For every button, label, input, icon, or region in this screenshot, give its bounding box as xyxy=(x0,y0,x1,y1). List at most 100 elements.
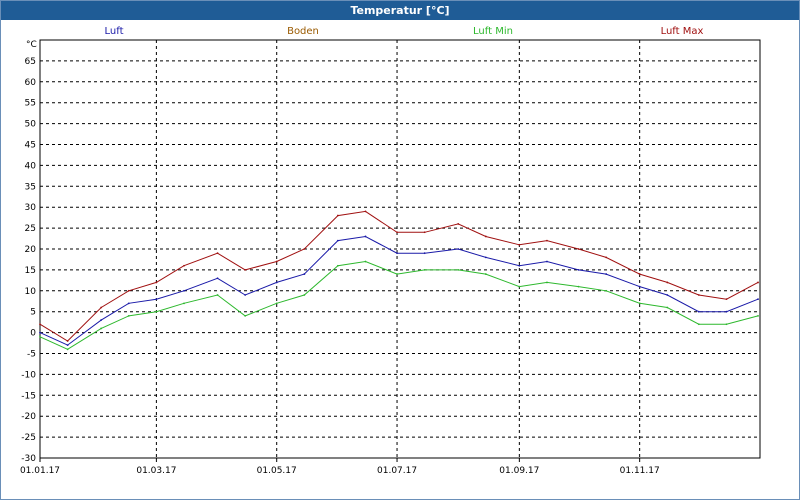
data-point xyxy=(484,256,487,259)
data-point xyxy=(484,235,487,238)
y-tick-label: -10 xyxy=(21,370,36,380)
data-point xyxy=(100,306,103,309)
data-point xyxy=(364,235,367,238)
legend-entry-luft: Luft xyxy=(105,26,124,37)
data-point xyxy=(605,256,608,259)
x-tick-label: 01.05.17 xyxy=(257,466,297,476)
data-point xyxy=(303,248,306,250)
y-tick-label: 10 xyxy=(25,287,37,297)
y-tick-label: 5 xyxy=(30,308,36,318)
data-point xyxy=(638,302,641,305)
data-point xyxy=(303,273,306,275)
data-point xyxy=(336,264,339,267)
y-tick-label: 50 xyxy=(25,120,37,130)
y-tick-label: 40 xyxy=(25,161,37,171)
data-point xyxy=(216,277,219,280)
data-point xyxy=(183,289,185,292)
y-tick-label: -15 xyxy=(21,391,36,401)
x-tick-label: 01.03.17 xyxy=(136,466,176,476)
x-axis: 01.01.17 01.03.17 01.05.17 01.07.17 01.09.17… xyxy=(20,458,660,476)
legend-entry-luft-max: Luft Max xyxy=(661,26,704,37)
x-tick-label: 01.07.17 xyxy=(377,466,417,476)
legend: Luft Boden Luft Min Luft Max xyxy=(105,26,704,37)
x-tick-label: 01.09.17 xyxy=(499,466,539,476)
y-axis-unit: °C xyxy=(26,40,37,50)
data-point xyxy=(303,294,306,296)
data-point xyxy=(66,340,69,342)
legend-entry-boden: Boden xyxy=(287,26,319,37)
data-point xyxy=(364,260,367,263)
data-point xyxy=(336,239,339,242)
data-point xyxy=(127,314,130,317)
data-point xyxy=(396,231,398,234)
data-point xyxy=(546,281,548,284)
data-point xyxy=(697,294,700,296)
y-tick-label: 20 xyxy=(25,245,37,255)
data-point xyxy=(100,327,103,330)
y-tick-label: 65 xyxy=(25,57,36,67)
data-point xyxy=(605,289,608,292)
data-point xyxy=(364,210,367,213)
data-point xyxy=(396,273,398,275)
data-point xyxy=(66,348,69,351)
data-point xyxy=(216,252,219,255)
x-tick-label: 01.11.17 xyxy=(620,466,660,476)
data-point xyxy=(66,344,69,347)
data-point xyxy=(155,281,158,284)
data-point xyxy=(546,260,548,263)
data-point xyxy=(725,323,728,326)
data-point xyxy=(697,323,700,326)
data-point xyxy=(127,302,130,305)
data-point xyxy=(666,306,669,309)
y-tick-label: 45 xyxy=(25,141,36,151)
data-point xyxy=(546,239,548,242)
y-tick-label: 25 xyxy=(25,224,36,234)
data-point xyxy=(39,331,41,334)
data-point xyxy=(697,310,700,313)
data-point xyxy=(183,302,185,305)
data-point xyxy=(605,273,608,275)
data-point xyxy=(638,285,641,288)
data-point xyxy=(757,281,759,284)
y-tick-label: 30 xyxy=(25,203,37,213)
data-point xyxy=(396,252,398,255)
data-point xyxy=(39,323,41,326)
y-tick-label: -20 xyxy=(21,412,36,422)
data-point xyxy=(275,260,278,263)
data-point xyxy=(39,335,41,338)
data-point xyxy=(577,248,580,250)
data-point xyxy=(457,248,460,250)
data-point xyxy=(244,294,247,296)
data-point xyxy=(244,314,247,317)
data-point xyxy=(757,298,759,301)
y-axis: 65605550454035302520151050-5-10-15-20-25… xyxy=(21,57,36,464)
y-tick-label: 60 xyxy=(25,78,37,88)
data-point xyxy=(725,310,728,313)
data-point xyxy=(275,302,278,305)
data-point xyxy=(155,298,158,301)
data-point xyxy=(518,264,521,267)
data-point xyxy=(666,294,669,296)
y-tick-label: -5 xyxy=(27,350,36,360)
y-tick-label: 35 xyxy=(25,182,36,192)
data-point xyxy=(457,269,460,271)
data-point xyxy=(423,231,426,234)
data-point xyxy=(423,252,426,255)
data-point xyxy=(275,281,278,284)
data-point xyxy=(577,285,580,288)
temperature-chart: 65605550454035302520151050-5-10-15-20-25… xyxy=(20,26,761,476)
y-tick-label: 55 xyxy=(25,99,36,109)
x-tick-label: 01.01.17 xyxy=(20,466,60,476)
data-point xyxy=(336,214,339,217)
data-point xyxy=(127,289,130,292)
legend-entry-luft-min: Luft Min xyxy=(473,26,513,37)
y-tick-label: 15 xyxy=(25,266,36,276)
data-point xyxy=(757,314,759,317)
data-point xyxy=(457,223,460,225)
y-tick-label: -25 xyxy=(21,433,36,443)
data-point xyxy=(100,319,103,321)
data-point xyxy=(518,243,521,246)
data-point xyxy=(518,285,521,288)
data-point xyxy=(423,269,426,271)
data-point xyxy=(638,273,641,275)
